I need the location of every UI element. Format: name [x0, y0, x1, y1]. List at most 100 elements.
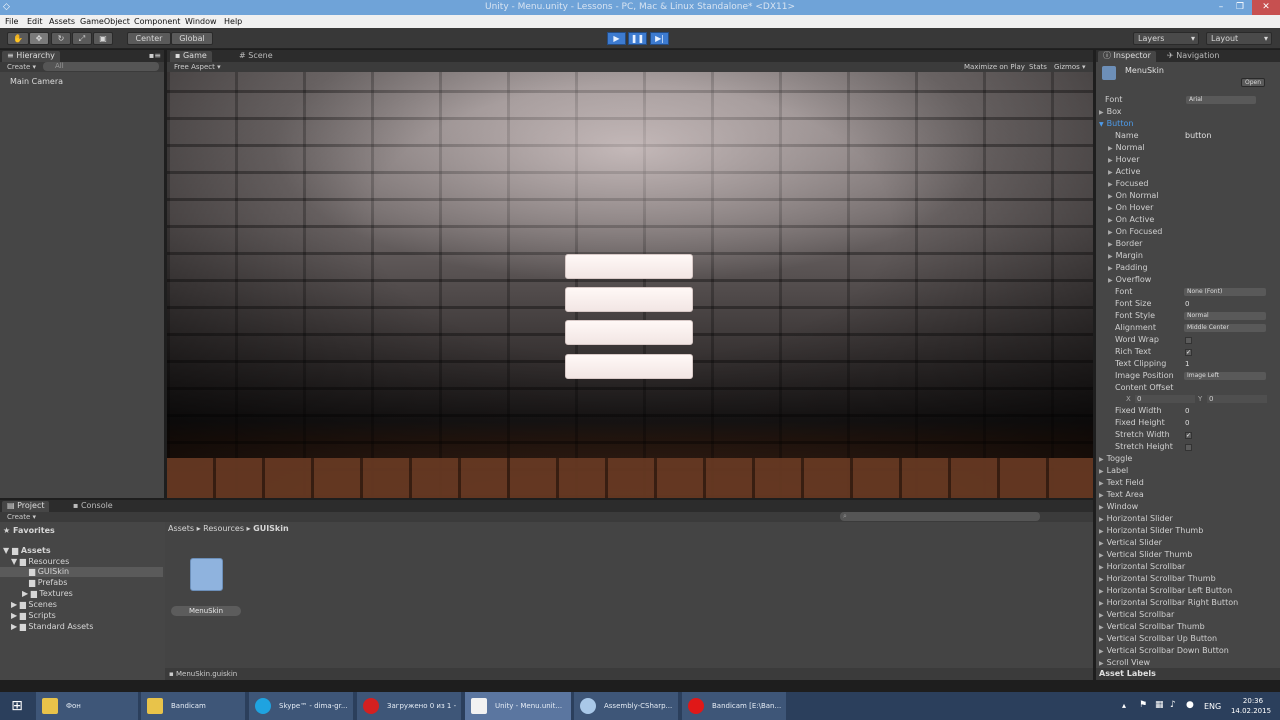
- prop-font-field[interactable]: None (Font): [1184, 288, 1266, 296]
- taskbar-item-bandicam-folder[interactable]: Bandicam: [141, 692, 245, 720]
- assets-node[interactable]: ▼ ▆ Assets: [3, 546, 51, 555]
- section-scroll-view[interactable]: ▶ Scroll View: [1096, 657, 1280, 669]
- state-on-normal[interactable]: ▶ On Normal: [1096, 190, 1280, 202]
- hierarchy-create-button[interactable]: Create ▾: [7, 63, 36, 71]
- section-toggle[interactable]: ▶ Toggle: [1096, 453, 1280, 465]
- breadcrumb-assets[interactable]: Assets: [168, 524, 194, 533]
- pivot-global-toggle[interactable]: Global: [171, 32, 213, 45]
- state-on-hover[interactable]: ▶ On Hover: [1096, 202, 1280, 214]
- favorites-node[interactable]: ★ Favorites: [3, 526, 55, 535]
- rect-tool-icon[interactable]: ▣: [93, 32, 113, 45]
- prop-fixed-width-value[interactable]: 0: [1185, 405, 1189, 417]
- rich-text-checkbox[interactable]: ✓: [1185, 349, 1192, 356]
- tab-navigation[interactable]: ✈ Navigation: [1162, 51, 1224, 62]
- tray-flag-icon[interactable]: ⚑: [1139, 700, 1147, 710]
- layout-dropdown[interactable]: Layout ▾: [1206, 32, 1272, 45]
- font-field[interactable]: Arial: [1186, 96, 1256, 104]
- taskbar-item-monodevelop[interactable]: Assembly-CSharp...: [574, 692, 678, 720]
- tray-volume-icon[interactable]: ♪: [1170, 700, 1176, 710]
- pause-button[interactable]: ❚❚: [628, 32, 647, 45]
- prop-image-position-dropdown[interactable]: Image Left: [1184, 372, 1266, 380]
- play-button[interactable]: ▶: [607, 32, 626, 45]
- pivot-center-toggle[interactable]: Center: [127, 32, 171, 45]
- state-hover[interactable]: ▶ Hover: [1096, 154, 1280, 166]
- stats-toggle[interactable]: Stats: [1029, 63, 1047, 71]
- game-viewport[interactable]: [167, 72, 1093, 498]
- menu-button-1[interactable]: [565, 254, 693, 279]
- state-active[interactable]: ▶ Active: [1096, 166, 1280, 178]
- section-vertical-scrollbar-thumb[interactable]: ▶ Vertical Scrollbar Thumb: [1096, 621, 1280, 633]
- tray-chevron-icon[interactable]: ▴: [1122, 701, 1126, 710]
- state-on-focused[interactable]: ▶ On Focused: [1096, 226, 1280, 238]
- hierarchy-search-input[interactable]: All: [43, 62, 159, 71]
- state-normal[interactable]: ▶ Normal: [1096, 142, 1280, 154]
- taskbar-item-skype[interactable]: Skype™ - dima-gr...: [249, 692, 353, 720]
- state-padding[interactable]: ▶ Padding: [1096, 262, 1280, 274]
- aspect-dropdown[interactable]: Free Aspect ▾: [174, 63, 221, 71]
- section-horizontal-slider-thumb[interactable]: ▶ Horizontal Slider Thumb: [1096, 525, 1280, 537]
- move-tool-icon[interactable]: ✥: [29, 32, 49, 45]
- gizmos-dropdown[interactable]: Gizmos ▾: [1054, 63, 1086, 71]
- menu-window[interactable]: Window: [185, 17, 217, 26]
- file-menuskin-label[interactable]: MenuSkin: [171, 606, 241, 616]
- stretch-width-checkbox[interactable]: ✓: [1185, 432, 1192, 439]
- section-window[interactable]: ▶ Window: [1096, 501, 1280, 513]
- section-label[interactable]: ▶ Label: [1096, 465, 1280, 477]
- section-horizontal-scrollbar-thumb[interactable]: ▶ Horizontal Scrollbar Thumb: [1096, 573, 1280, 585]
- layers-dropdown[interactable]: Layers ▾: [1133, 32, 1199, 45]
- rotate-tool-icon[interactable]: ↻: [51, 32, 71, 45]
- menu-button-3[interactable]: [565, 320, 693, 345]
- tree-textures[interactable]: ▶ ▆ Textures: [22, 589, 73, 598]
- name-field[interactable]: button: [1185, 130, 1211, 142]
- menu-button-2[interactable]: [565, 287, 693, 312]
- tab-scene[interactable]: # Scene: [234, 51, 278, 62]
- menu-gameobject[interactable]: GameObject: [80, 17, 130, 26]
- language-indicator[interactable]: ENG: [1204, 702, 1221, 711]
- section-horizontal-scrollbar-left-button[interactable]: ▶ Horizontal Scrollbar Left Button: [1096, 585, 1280, 597]
- tab-hierarchy[interactable]: ≡ Hierarchy: [2, 51, 60, 62]
- menu-file[interactable]: File: [5, 17, 18, 26]
- section-text-area[interactable]: ▶ Text Area: [1096, 489, 1280, 501]
- prop-font-style-dropdown[interactable]: Normal: [1184, 312, 1266, 320]
- hand-tool-icon[interactable]: ✋: [7, 32, 29, 45]
- maximize-button[interactable]: ❐: [1230, 0, 1250, 15]
- section-horizontal-slider[interactable]: ▶ Horizontal Slider: [1096, 513, 1280, 525]
- menu-help[interactable]: Help: [224, 17, 242, 26]
- menu-button-4[interactable]: [565, 354, 693, 379]
- section-horizontal-scrollbar[interactable]: ▶ Horizontal Scrollbar: [1096, 561, 1280, 573]
- minimize-button[interactable]: –: [1211, 0, 1231, 15]
- tray-mic-icon[interactable]: ●: [1186, 700, 1194, 710]
- stretch-height-checkbox[interactable]: [1185, 444, 1192, 451]
- section-box[interactable]: ▶ Box: [1096, 106, 1280, 118]
- menu-assets[interactable]: Assets: [49, 17, 75, 26]
- section-vertical-slider[interactable]: ▶ Vertical Slider: [1096, 537, 1280, 549]
- section-vertical-scrollbar-down-button[interactable]: ▶ Vertical Scrollbar Down Button: [1096, 645, 1280, 657]
- taskbar-item-unity[interactable]: Unity - Menu.unit...: [465, 692, 571, 720]
- close-button[interactable]: ✕: [1252, 0, 1280, 15]
- maximize-on-play-toggle[interactable]: Maximize on Play: [964, 63, 1025, 71]
- section-horizontal-scrollbar-right-button[interactable]: ▶ Horizontal Scrollbar Right Button: [1096, 597, 1280, 609]
- tree-prefabs[interactable]: ▆ Prefabs: [29, 578, 67, 587]
- section-text-field[interactable]: ▶ Text Field: [1096, 477, 1280, 489]
- state-margin[interactable]: ▶ Margin: [1096, 250, 1280, 262]
- clock-date[interactable]: 14.02.2015: [1228, 707, 1274, 715]
- state-focused[interactable]: ▶ Focused: [1096, 178, 1280, 190]
- tree-guiskin[interactable]: ▆ GUISkin: [0, 567, 163, 577]
- section-vertical-scrollbar[interactable]: ▶ Vertical Scrollbar: [1096, 609, 1280, 621]
- panel-menu-icon[interactable]: ▪≡: [149, 51, 161, 60]
- step-button[interactable]: ▶|: [650, 32, 669, 45]
- word-wrap-checkbox[interactable]: [1185, 337, 1192, 344]
- state-on-active[interactable]: ▶ On Active: [1096, 214, 1280, 226]
- guiskin-file-icon[interactable]: [190, 558, 223, 591]
- taskbar-item-bandicam[interactable]: Bandicam [E:\Ban...: [682, 692, 786, 720]
- prop-fixed-height-value[interactable]: 0: [1185, 417, 1189, 429]
- taskbar-item-folder[interactable]: Фон: [36, 692, 138, 720]
- offset-y-field[interactable]: 0: [1207, 395, 1267, 403]
- tab-project[interactable]: ▤ Project: [2, 501, 50, 512]
- breadcrumb-guiskin[interactable]: GUISkin: [253, 524, 289, 533]
- section-vertical-slider-thumb[interactable]: ▶ Vertical Slider Thumb: [1096, 549, 1280, 561]
- project-search-input[interactable]: ⌕: [840, 512, 1040, 521]
- section-vertical-scrollbar-up-button[interactable]: ▶ Vertical Scrollbar Up Button: [1096, 633, 1280, 645]
- offset-x-field[interactable]: 0: [1135, 395, 1195, 403]
- section-button[interactable]: ▼ Button: [1096, 118, 1280, 130]
